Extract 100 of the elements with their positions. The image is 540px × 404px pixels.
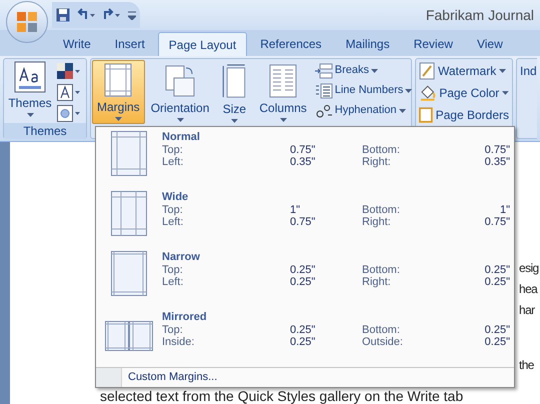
ribbon-button[interactable]: Breaks — [314, 61, 412, 80]
menu-item-title: Narrow — [162, 250, 201, 264]
page-break-icon — [314, 62, 333, 78]
ribbon-tab[interactable]: Review — [402, 32, 464, 56]
margin-label: Top: — [162, 324, 184, 336]
dropdown-caret-icon — [398, 108, 406, 112]
themes-button[interactable]: Themes — [7, 61, 53, 123]
margin-label: Bottom: — [362, 264, 401, 276]
margin-value: 0.75" — [290, 144, 316, 156]
margin-preview-icon — [111, 251, 147, 297]
margin-label: Top: — [162, 144, 184, 156]
columns-icon — [269, 64, 298, 98]
margin-preview-icon — [111, 191, 147, 237]
ribbon-tab[interactable]: Write — [52, 32, 102, 56]
ribbon-button[interactable]: Size — [215, 60, 254, 124]
margin-value: 0.25" — [290, 264, 316, 276]
ribbon-tab[interactable]: Mailings — [334, 32, 401, 56]
margin-label: Left: — [162, 276, 184, 288]
page-borders-icon — [419, 106, 433, 124]
margin-label: Inside: — [162, 336, 196, 348]
margin-label: Outside: — [362, 336, 404, 348]
undo-icon[interactable] — [76, 8, 96, 22]
document-text: hea — [519, 281, 539, 298]
menu-item[interactable]: Normal Top: 0.75" Bottom: 0.75" Left: 0.35" Right: 0.35" — [96, 127, 514, 187]
margin-label: Right: — [362, 216, 392, 228]
orientation-icon — [164, 64, 196, 98]
dropdown-caret-icon — [280, 118, 287, 122]
menu-item-title: Wide — [162, 190, 190, 204]
office-logo-icon — [16, 11, 38, 33]
document-text: the — [519, 357, 535, 374]
dropdown-caret-icon — [371, 68, 378, 72]
ribbon-tab[interactable]: View — [466, 32, 514, 56]
page-size-icon — [221, 64, 248, 100]
mirrored-pages-icon — [105, 321, 153, 351]
line-numbers-icon — [314, 82, 333, 98]
theme-colors-icon[interactable] — [57, 63, 81, 81]
ribbon-tab[interactable]: References — [249, 32, 333, 56]
margin-value: 0.25" — [290, 276, 316, 288]
dropdown-caret-icon — [230, 119, 238, 123]
margin-value: 0.25" — [484, 324, 510, 336]
margin-value: 1" — [500, 204, 510, 216]
margin-value: 0.25" — [484, 276, 510, 288]
dropdown-caret-icon — [114, 117, 122, 121]
ribbon-button[interactable]: Orientation — [144, 60, 216, 124]
document-text: selected text from the Quick Styles gallery on the Write tab — [100, 388, 464, 404]
margin-value: 0.35" — [290, 156, 316, 168]
margin-label: Bottom: — [362, 144, 401, 156]
ribbon-button[interactable]: Line Numbers — [314, 81, 412, 100]
menu-item[interactable]: Narrow Top: 0.25" Bottom: 0.25" Left: 0.25" Right: 0.25" — [96, 247, 514, 307]
document-text: har — [519, 302, 536, 319]
margin-preview-icon — [111, 131, 147, 177]
margin-value: 1" — [290, 204, 302, 216]
group-label: Themes — [4, 123, 86, 139]
ribbon-button[interactable]: Page Color — [419, 83, 509, 103]
document-text: esig — [519, 260, 539, 277]
ribbon-button[interactable]: Watermark — [419, 61, 509, 81]
paint-bucket-icon — [419, 84, 436, 102]
button-label: Themes — [8, 95, 52, 112]
dropdown-caret-icon — [176, 118, 184, 122]
margin-label: Top: — [162, 204, 184, 216]
dropdown-caret-icon — [502, 91, 509, 95]
window-title: Fabrikam Journal — [426, 6, 534, 24]
watermark-icon — [419, 62, 435, 80]
menu-item[interactable]: Mirrored Top: 0.25" Bottom: 0.25" Inside: 0.25" Outside: 0.25" — [96, 307, 514, 367]
margin-value: 0.25" — [484, 336, 510, 348]
margin-label: Bottom: — [362, 324, 401, 336]
margin-value: 0.35" — [484, 156, 510, 168]
redo-icon[interactable] — [102, 8, 122, 22]
theme-fonts-icon[interactable] — [57, 84, 81, 102]
hyphenation-icon — [314, 102, 333, 118]
ribbon-button[interactable]: Page Borders — [419, 105, 509, 125]
menu-item[interactable]: Wide Top: 1" Bottom: 1" Left: 0.75" Right: 0.75" — [96, 187, 514, 247]
themes-icon — [14, 61, 46, 93]
menu-item-title: Normal — [162, 130, 201, 144]
menu-gutter — [96, 368, 122, 387]
margin-value: 0.25" — [484, 264, 510, 276]
margin-value: 0.25" — [290, 336, 316, 348]
margin-label: Right: — [362, 156, 392, 168]
margin-label: Right: — [362, 276, 392, 288]
margin-label: Left: — [162, 156, 184, 168]
save-icon[interactable] — [56, 8, 70, 22]
group-label: Ind — [520, 63, 537, 80]
margin-label: Top: — [162, 264, 184, 276]
margin-value: 0.75" — [484, 144, 510, 156]
dropdown-caret-icon — [499, 69, 506, 73]
ribbon-button[interactable]: Hyphenation — [314, 101, 412, 120]
ribbon-button[interactable]: Columns — [253, 60, 313, 124]
margin-value: 0.75" — [484, 216, 510, 228]
margin-label: Bottom: — [362, 204, 401, 216]
menu-item-title: Mirrored — [162, 310, 208, 324]
margin-label: Left: — [162, 216, 184, 228]
theme-effects-icon[interactable] — [57, 105, 81, 123]
ribbon-tab[interactable]: Page Layout — [158, 32, 248, 56]
ribbon-button[interactable]: Margins — [92, 60, 145, 124]
margins-icon — [104, 63, 132, 97]
custom-margins-item[interactable]: Custom Margins... — [122, 368, 514, 387]
dropdown-caret-icon — [405, 88, 412, 92]
customize-toolbar-icon[interactable] — [128, 10, 136, 20]
margin-value: 0.75" — [290, 216, 316, 228]
ribbon-tab[interactable]: Insert — [104, 32, 156, 56]
